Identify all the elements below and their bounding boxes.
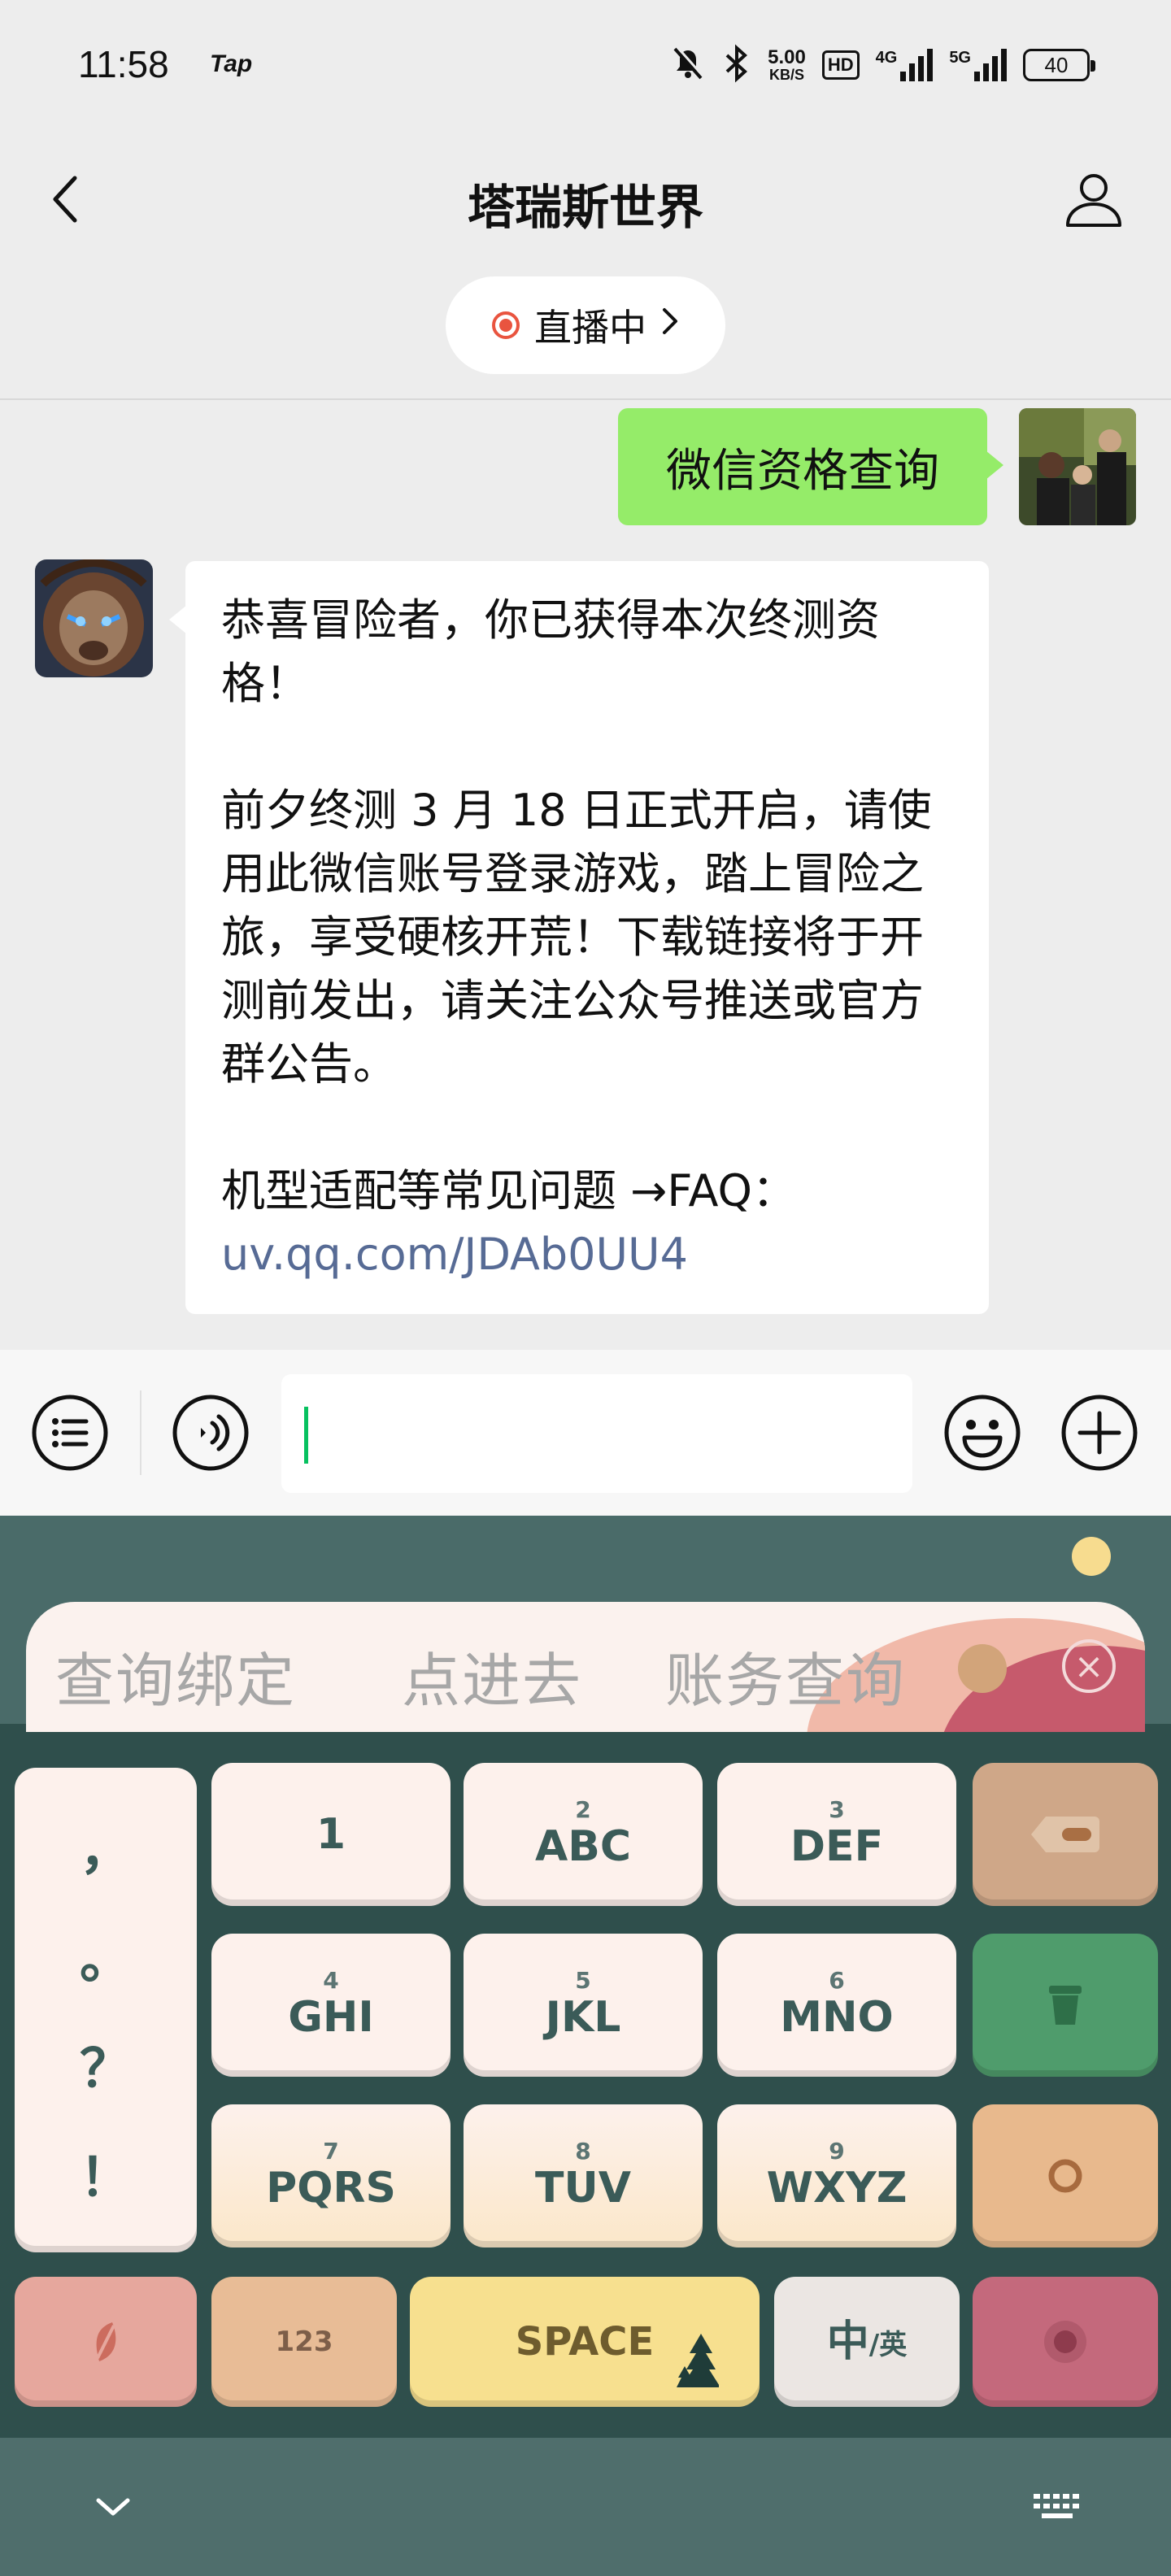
numeric-key[interactable]: 123 — [211, 2277, 397, 2407]
key-8-tuv[interactable]: 8 TUV — [464, 2104, 703, 2247]
leaf-icon — [96, 2322, 116, 2361]
live-status-button[interactable]: 直播中 — [446, 276, 725, 374]
switch-keyboard-button[interactable] — [1021, 2470, 1095, 2543]
live-dot-icon — [492, 311, 520, 339]
list-menu-icon — [32, 1395, 108, 1471]
more-functions-button[interactable] — [1059, 1392, 1140, 1473]
sim1-signal: 4G — [876, 49, 934, 81]
live-label: 直播中 — [534, 306, 646, 350]
emoji-button[interactable] — [942, 1392, 1023, 1473]
chat-input-bar — [0, 1350, 1171, 1516]
key-7-pqrs[interactable]: 7 PQRS — [211, 2104, 451, 2247]
status-bar: 11:58 Tap 5.00 KB/S HD 4G 5G 40 — [0, 0, 1171, 130]
key-9-wxyz[interactable]: 9 WXYZ — [717, 2104, 956, 2247]
key-5-jkl[interactable]: 5 JKL — [464, 1934, 703, 2077]
chevron-right-icon — [661, 307, 679, 344]
chat-header: 塔瑞斯世界 — [0, 130, 1171, 268]
outgoing-message-text: 微信资格查询 — [666, 444, 939, 498]
language-switch-key[interactable]: 中 /英 — [774, 2277, 960, 2407]
punct-key[interactable]: ， — [80, 1809, 132, 1884]
punct-key[interactable]: ？ — [80, 2027, 132, 2102]
avatar-photo-icon — [1019, 408, 1136, 525]
sim2-signal: 5G — [949, 49, 1007, 81]
app-notification-badge: Tap — [210, 50, 253, 77]
punct-key[interactable]: ！ — [80, 2136, 132, 2211]
key-4-ghi[interactable]: 4 GHI — [211, 1934, 451, 2077]
close-candidates-icon[interactable]: × — [1062, 1639, 1116, 1693]
backspace-key[interactable] — [973, 1763, 1158, 1906]
keyboard-icon — [1034, 2494, 1079, 2518]
voice-wave-icon — [172, 1395, 249, 1471]
my-avatar[interactable] — [1019, 408, 1136, 525]
circle-icon — [1048, 2159, 1082, 2193]
pine-tree-icon — [677, 2334, 719, 2387]
status-time: 11:58 — [78, 43, 169, 85]
enter-key[interactable] — [973, 2104, 1158, 2247]
message-paragraph-congrats: 恭喜冒险者，你已获得本次终测资格！ — [221, 594, 880, 709]
candidate-word[interactable]: 账务查询 — [665, 1633, 906, 1718]
ime-keyboard: 查询绑定 点进去 账务查询 × ， 。 ？ ！ 1 2 ABC 3 DEF 4 … — [0, 1516, 1171, 2576]
moon-decoration-icon — [1072, 1537, 1111, 1576]
status-icons: 5.00 KB/S HD 4G 5G 40 — [670, 41, 1095, 89]
candidate-bar: 查询绑定 点进去 账务查询 × — [26, 1602, 1145, 1732]
hide-keyboard-button[interactable] — [76, 2470, 150, 2543]
voice-key[interactable] — [973, 2277, 1158, 2407]
person-icon — [1066, 174, 1121, 227]
bluetooth-icon — [722, 44, 751, 86]
network-speed: 5.00 KB/S — [768, 46, 806, 83]
smiley-face-icon — [944, 1395, 1021, 1471]
mute-bell-icon — [670, 46, 706, 85]
profile-button[interactable] — [1057, 163, 1130, 236]
record-dot-icon — [1044, 2321, 1086, 2363]
faq-label: 机型适配等常见问题 →FAQ： — [221, 1165, 797, 1216]
key-6-mno[interactable]: 6 MNO — [717, 1934, 956, 2077]
message-input[interactable] — [281, 1374, 912, 1493]
official-account-avatar[interactable] — [35, 559, 153, 677]
punctuation-column: ， 。 ？ ！ — [15, 1768, 197, 2252]
chat-title: 塔瑞斯世界 — [467, 180, 703, 235]
key-3-def[interactable]: 3 DEF — [717, 1763, 956, 1906]
key-2-abc[interactable]: 2 ABC — [464, 1763, 703, 1906]
plus-circle-icon — [1061, 1395, 1138, 1471]
sun-decoration-icon — [958, 1644, 1007, 1693]
backspace-icon — [1031, 1817, 1099, 1852]
text-caret — [304, 1407, 308, 1464]
keyboard-nav-bar — [0, 2438, 1171, 2576]
candidate-word[interactable]: 查询绑定 — [55, 1633, 296, 1718]
emoji-symbol-key[interactable] — [15, 2277, 197, 2407]
space-key[interactable]: SPACE — [410, 2277, 760, 2407]
punct-key[interactable]: 。 — [80, 1918, 132, 1993]
chevron-down-icon — [96, 2498, 130, 2516]
menu-button[interactable] — [29, 1392, 111, 1473]
incoming-message-bubble[interactable]: 恭喜冒险者，你已获得本次终测资格！ 前夕终测 3 月 18 日正式开启，请使用此… — [169, 561, 989, 1314]
key-1[interactable]: 1 — [211, 1763, 451, 1906]
clear-key[interactable] — [973, 1934, 1158, 2077]
trash-cup-icon — [1049, 1986, 1082, 2025]
header-divider — [0, 398, 1171, 400]
faq-link[interactable]: uv.qq.com/JDAb0UU4 — [221, 1229, 688, 1280]
hd-voice-badge: HD — [821, 50, 860, 80]
battery-indicator: 40 — [1023, 49, 1095, 81]
outgoing-message-bubble[interactable]: 微信资格查询 — [618, 408, 1003, 525]
message-paragraph-faq: 机型适配等常见问题 →FAQ： uv.qq.com/JDAb0UU4 — [221, 1160, 953, 1286]
input-separator — [140, 1390, 141, 1475]
lion-warrior-avatar-icon — [35, 559, 153, 677]
candidate-word[interactable]: 点进去 — [402, 1633, 582, 1718]
message-paragraph-details: 前夕终测 3 月 18 日正式开启，请使用此微信账号登录游戏，踏上冒险之旅，享受… — [221, 785, 932, 1090]
voice-input-button[interactable] — [170, 1392, 251, 1473]
